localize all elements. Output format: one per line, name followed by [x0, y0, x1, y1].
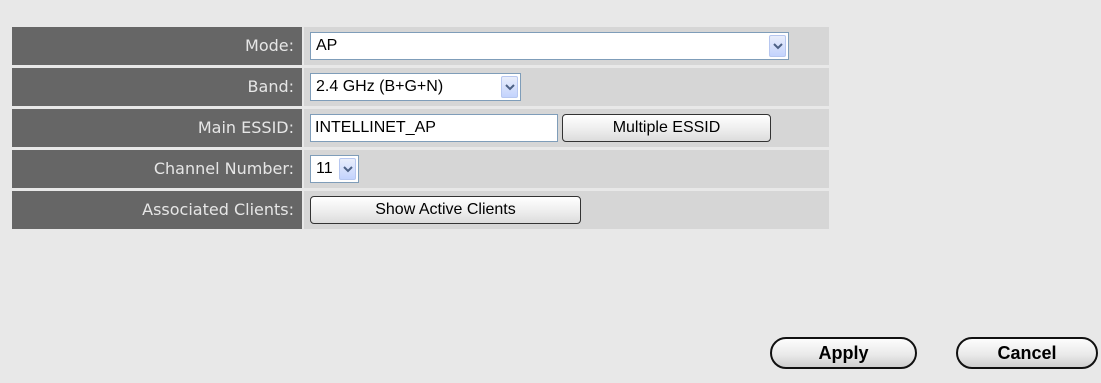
- chevron-down-icon[interactable]: [769, 35, 786, 57]
- band-value-cell: 2.4 GHz (B+G+N): [304, 68, 829, 106]
- mode-selected-value: AP: [316, 37, 338, 54]
- mode-value-cell: AP: [304, 27, 829, 65]
- mode-select[interactable]: AP: [310, 32, 789, 60]
- essid-label: Main ESSID:: [12, 109, 304, 147]
- essid-input[interactable]: INTELLINET_AP: [310, 114, 558, 142]
- essid-row: Main ESSID: INTELLINET_AP Multiple ESSID: [12, 109, 829, 147]
- channel-label: Channel Number:: [12, 150, 304, 188]
- mode-row: Mode: AP: [12, 27, 829, 65]
- mode-label: Mode:: [12, 27, 304, 65]
- band-row: Band: 2.4 GHz (B+G+N): [12, 68, 829, 106]
- clients-value-cell: Show Active Clients: [304, 191, 829, 229]
- show-active-clients-button[interactable]: Show Active Clients: [310, 196, 581, 224]
- band-label: Band:: [12, 68, 304, 106]
- chevron-down-icon[interactable]: [501, 76, 518, 98]
- clients-row: Associated Clients: Show Active Clients: [12, 191, 829, 229]
- band-select[interactable]: 2.4 GHz (B+G+N): [310, 73, 521, 101]
- multiple-essid-button[interactable]: Multiple ESSID: [562, 114, 771, 142]
- essid-value-cell: INTELLINET_AP Multiple ESSID: [304, 109, 829, 147]
- channel-value-cell: 11: [304, 150, 829, 188]
- clients-label: Associated Clients:: [12, 191, 304, 229]
- band-selected-value: 2.4 GHz (B+G+N): [316, 78, 444, 95]
- channel-select[interactable]: 11: [310, 155, 359, 183]
- cancel-button[interactable]: Cancel: [956, 337, 1098, 369]
- apply-button[interactable]: Apply: [770, 337, 917, 369]
- channel-selected-value: 11: [316, 160, 333, 177]
- chevron-down-icon[interactable]: [339, 158, 356, 180]
- channel-row: Channel Number: 11: [12, 150, 829, 188]
- wireless-settings-form: Mode: AP Band: 2.4 GHz (B+G+N) Main ESSI…: [12, 27, 829, 232]
